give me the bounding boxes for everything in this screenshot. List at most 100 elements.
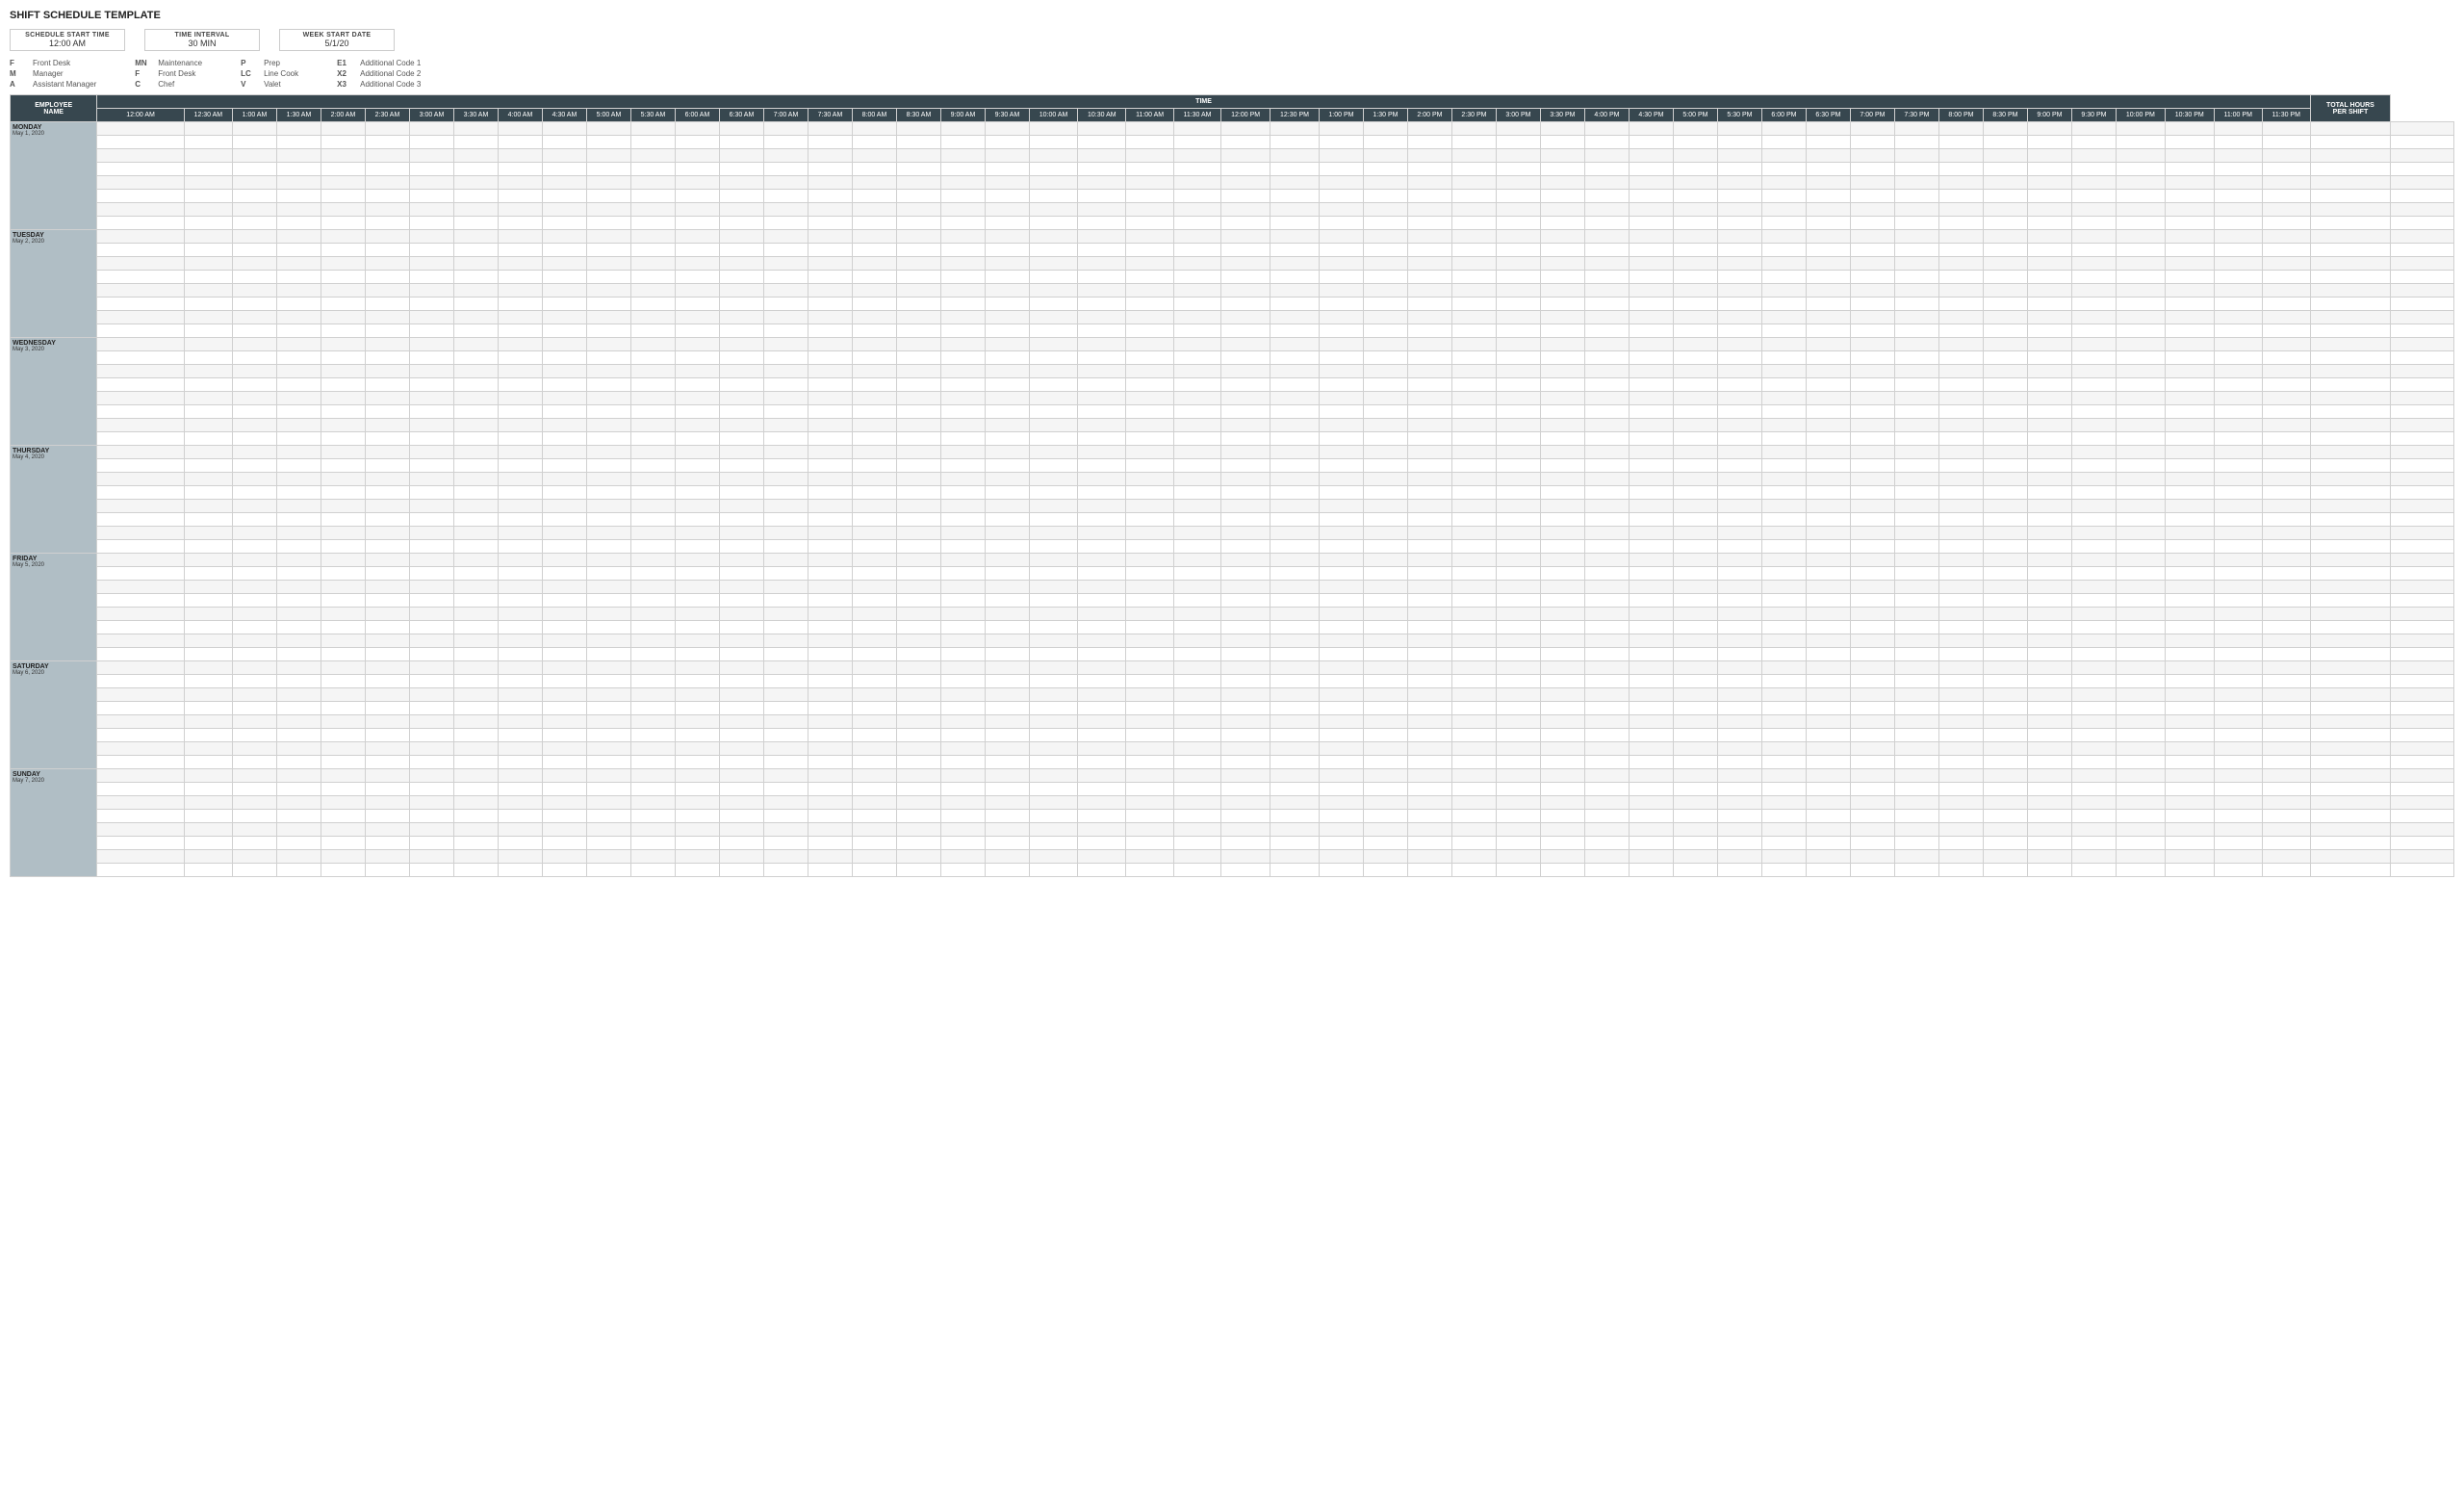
time-data-cell[interactable]	[184, 217, 232, 230]
time-data-cell[interactable]	[365, 122, 409, 136]
time-data-cell[interactable]	[365, 378, 409, 392]
time-data-cell[interactable]	[2071, 837, 2116, 850]
time-data-cell[interactable]	[1894, 675, 1938, 688]
time-data-cell[interactable]	[763, 365, 808, 378]
time-data-cell[interactable]	[940, 217, 985, 230]
time-data-cell[interactable]	[453, 136, 498, 149]
time-data-cell[interactable]	[409, 810, 453, 823]
time-data-cell[interactable]	[321, 298, 365, 311]
time-data-cell[interactable]	[1629, 621, 1673, 634]
time-data-cell[interactable]	[1451, 621, 1496, 634]
time-data-cell[interactable]	[1221, 554, 1270, 567]
time-data-cell[interactable]	[2214, 405, 2262, 419]
time-data-cell[interactable]	[1407, 432, 1451, 446]
time-data-cell[interactable]	[1983, 608, 2027, 621]
time-data-cell[interactable]	[453, 527, 498, 540]
time-data-cell[interactable]	[365, 459, 409, 473]
time-data-cell[interactable]	[1078, 378, 1126, 392]
time-data-cell[interactable]	[2071, 244, 2116, 257]
time-data-cell[interactable]	[1221, 190, 1270, 203]
time-data-cell[interactable]	[940, 311, 985, 324]
time-data-cell[interactable]	[2165, 203, 2214, 217]
time-data-cell[interactable]	[1894, 378, 1938, 392]
time-data-cell[interactable]	[1717, 419, 1761, 432]
time-data-cell[interactable]	[675, 419, 719, 432]
time-data-cell[interactable]	[2262, 284, 2310, 298]
time-data-cell[interactable]	[276, 554, 321, 567]
time-data-cell[interactable]	[2116, 163, 2165, 176]
time-data-cell[interactable]	[1894, 486, 1938, 500]
time-data-cell[interactable]	[321, 230, 365, 244]
time-data-cell[interactable]	[1761, 581, 1806, 594]
time-data-cell[interactable]	[1029, 136, 1077, 149]
time-data-cell[interactable]	[1584, 742, 1629, 756]
time-data-cell[interactable]	[276, 284, 321, 298]
time-data-cell[interactable]	[1717, 405, 1761, 419]
time-data-cell[interactable]	[453, 378, 498, 392]
time-data-cell[interactable]	[1173, 783, 1220, 796]
time-data-cell[interactable]	[1173, 729, 1220, 742]
time-data-cell[interactable]	[2027, 810, 2071, 823]
time-data-cell[interactable]	[2262, 176, 2310, 190]
time-data-cell[interactable]	[630, 163, 675, 176]
time-data-cell[interactable]	[498, 244, 542, 257]
time-data-cell[interactable]	[365, 661, 409, 675]
time-interval-control[interactable]: TIME INTERVAL 30 MIN	[144, 29, 260, 51]
time-data-cell[interactable]	[365, 581, 409, 594]
time-data-cell[interactable]	[896, 217, 940, 230]
time-data-cell[interactable]	[2310, 473, 2390, 486]
time-data-cell[interactable]	[2027, 311, 2071, 324]
time-data-cell[interactable]	[1761, 432, 1806, 446]
time-data-cell[interactable]	[1221, 864, 1270, 877]
time-data-cell[interactable]	[1451, 864, 1496, 877]
time-data-cell[interactable]	[1717, 149, 1761, 163]
time-data-cell[interactable]	[2214, 621, 2262, 634]
time-data-cell[interactable]	[2027, 486, 2071, 500]
time-data-cell[interactable]	[1451, 122, 1496, 136]
time-data-cell[interactable]	[498, 217, 542, 230]
time-data-cell[interactable]	[763, 230, 808, 244]
time-data-cell[interactable]	[1806, 729, 1850, 742]
time-data-cell[interactable]	[1938, 621, 1983, 634]
time-data-cell[interactable]	[1584, 419, 1629, 432]
time-data-cell[interactable]	[1983, 634, 2027, 648]
time-data-cell[interactable]	[321, 769, 365, 783]
time-data-cell[interactable]	[1584, 756, 1629, 769]
time-data-cell[interactable]	[586, 594, 630, 608]
time-data-cell[interactable]	[896, 540, 940, 554]
time-data-cell[interactable]	[1126, 756, 1173, 769]
time-data-cell[interactable]	[1983, 527, 2027, 540]
time-data-cell[interactable]	[1894, 608, 1938, 621]
time-data-cell[interactable]	[1126, 459, 1173, 473]
time-data-cell[interactable]	[1629, 742, 1673, 756]
time-data-cell[interactable]	[1496, 405, 1540, 419]
time-data-cell[interactable]	[2071, 432, 2116, 446]
time-data-cell[interactable]	[852, 459, 896, 473]
time-data-cell[interactable]	[184, 769, 232, 783]
time-data-cell[interactable]	[409, 446, 453, 459]
time-data-cell[interactable]	[1629, 298, 1673, 311]
time-data-cell[interactable]	[1629, 271, 1673, 284]
time-data-cell[interactable]	[1451, 769, 1496, 783]
time-data-cell[interactable]	[2165, 446, 2214, 459]
time-data-cell[interactable]	[453, 284, 498, 298]
time-data-cell[interactable]	[1407, 756, 1451, 769]
time-data-cell[interactable]	[2027, 527, 2071, 540]
time-data-cell[interactable]	[1540, 122, 1584, 136]
time-data-cell[interactable]	[1850, 634, 1894, 648]
time-data-cell[interactable]	[2214, 513, 2262, 527]
time-data-cell[interactable]	[1078, 783, 1126, 796]
time-data-cell[interactable]	[1673, 742, 1717, 756]
time-data-cell[interactable]	[1717, 648, 1761, 661]
time-data-cell[interactable]	[1629, 783, 1673, 796]
time-data-cell[interactable]	[1407, 594, 1451, 608]
time-data-cell[interactable]	[2116, 338, 2165, 351]
time-data-cell[interactable]	[1850, 311, 1894, 324]
time-data-cell[interactable]	[2310, 136, 2390, 149]
time-data-cell[interactable]	[184, 190, 232, 203]
time-data-cell[interactable]	[365, 351, 409, 365]
time-data-cell[interactable]	[1451, 271, 1496, 284]
time-data-cell[interactable]	[184, 500, 232, 513]
time-data-cell[interactable]	[321, 257, 365, 271]
time-data-cell[interactable]	[896, 392, 940, 405]
